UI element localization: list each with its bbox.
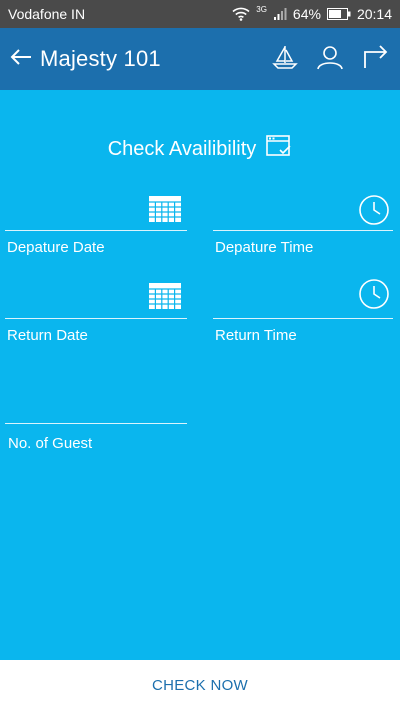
heading-text: Check Availibility <box>107 137 257 160</box>
field-underline <box>213 318 393 319</box>
return-time-field[interactable]: Return Time <box>213 278 393 348</box>
calendar-icon[interactable] <box>149 196 181 227</box>
field-underline <box>5 230 187 231</box>
check-now-button[interactable]: CHECK NOW <box>0 660 400 710</box>
departure-time-label: Depature Time <box>215 239 314 256</box>
sailboat-icon[interactable] <box>272 44 298 75</box>
return-time-label: Return Time <box>215 327 297 344</box>
battery-icon <box>326 8 351 20</box>
status-bar: Vodafone IN 3G 64% 20:14 <box>0 0 400 28</box>
return-date-label: Return Date <box>7 327 88 344</box>
guests-label: No. of Guest <box>8 435 93 452</box>
redirect-icon[interactable] <box>362 44 390 74</box>
field-underline <box>213 230 393 231</box>
clock-icon[interactable] <box>358 278 390 315</box>
battery-percent: 64% <box>292 6 321 22</box>
arrow-left-icon[interactable] <box>10 48 32 70</box>
field-underline <box>5 318 187 319</box>
carrier-name: Vodafone IN <box>8 6 86 22</box>
user-icon[interactable] <box>316 44 344 75</box>
app-bar-actions <box>272 44 390 75</box>
form-heading: Check Availibility <box>0 134 400 164</box>
calendar-icon[interactable] <box>149 283 181 314</box>
clock-time: 20:14 <box>356 6 392 22</box>
network-type: 3G <box>256 4 267 14</box>
guests-field[interactable]: No. of Guest <box>5 380 187 460</box>
signal-icon <box>273 7 287 21</box>
calendar-check-icon <box>266 134 292 164</box>
return-date-field[interactable]: Return Date <box>5 278 187 348</box>
availability-form: Check Availibility Depature Date Depatur… <box>0 90 400 660</box>
departure-date-field[interactable]: Depature Date <box>5 190 187 260</box>
departure-date-label: Depature Date <box>7 239 105 256</box>
field-underline <box>5 423 187 424</box>
app-bar: Majesty 101 <box>0 28 400 90</box>
wifi-icon <box>232 7 250 21</box>
departure-time-field[interactable]: Depature Time <box>213 190 393 260</box>
page-title: Majesty 101 <box>40 46 161 71</box>
status-indicators: 3G 64% 20:14 <box>232 4 392 22</box>
clock-icon[interactable] <box>358 194 390 231</box>
